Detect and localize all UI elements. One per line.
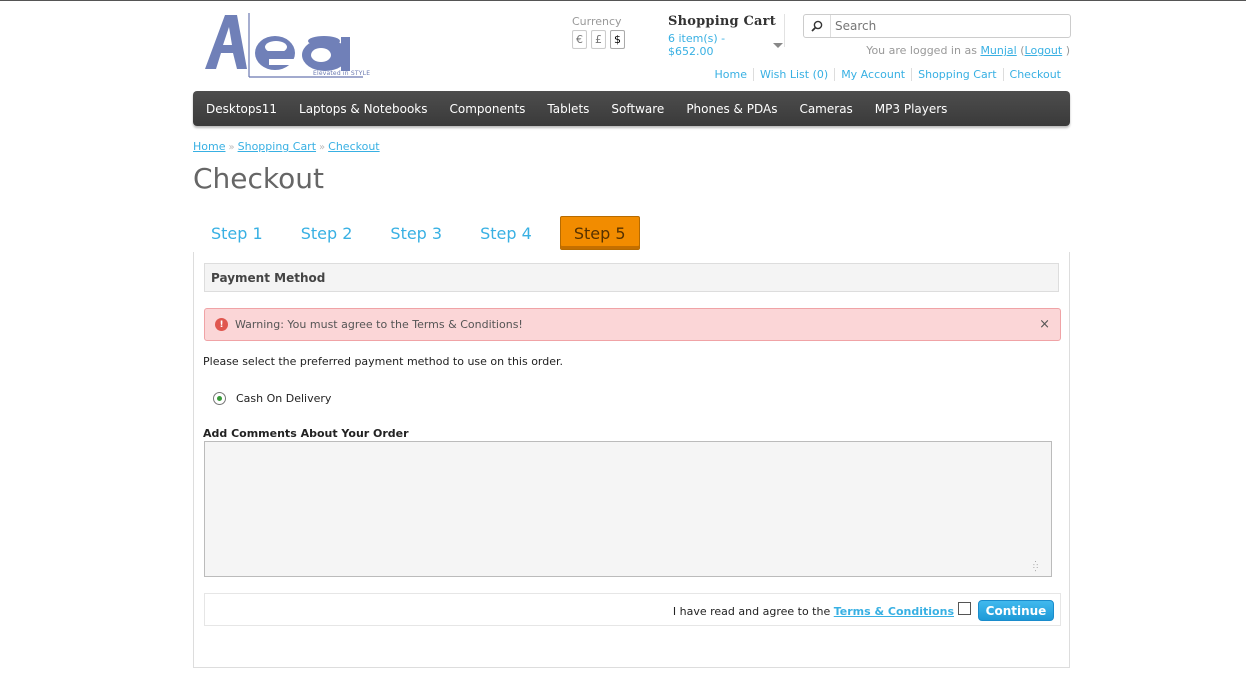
- menu-item-laptops[interactable]: Laptops & Notebooks: [288, 102, 438, 116]
- resize-grip-icon[interactable]: ∴ ∵: [1033, 560, 1038, 574]
- menu-item-software[interactable]: Software: [600, 102, 675, 116]
- cart-summary[interactable]: 6 item(s) - $652.00: [668, 32, 783, 58]
- store-logo[interactable]: Elevated in STYLE: [203, 9, 373, 83]
- page-title: Checkout: [193, 162, 324, 195]
- menu-item-phones[interactable]: Phones & PDAs: [675, 102, 788, 116]
- payment-option-cod[interactable]: Cash On Delivery: [213, 392, 331, 405]
- search-icon[interactable]: [804, 15, 831, 37]
- page-container: Elevated in STYLE Currency € £ $ Shoppin…: [193, 0, 1071, 683]
- warning-text: Warning: You must agree to the Terms & C…: [235, 318, 523, 331]
- comments-textarea[interactable]: [204, 441, 1052, 577]
- breadcrumb-checkout[interactable]: Checkout: [328, 140, 379, 153]
- agree-checkbox[interactable]: [958, 602, 971, 615]
- payment-intro-text: Please select the preferred payment meth…: [203, 355, 564, 368]
- menu-item-mp3[interactable]: MP3 Players: [864, 102, 959, 116]
- currency-switcher: Currency € £ $: [572, 15, 625, 49]
- breadcrumb-cart[interactable]: Shopping Cart: [238, 140, 316, 153]
- logout-link[interactable]: Logout: [1025, 44, 1063, 57]
- top-links: Home Wish List (0) My Account Shopping C…: [709, 68, 1071, 81]
- top-link-account[interactable]: My Account: [834, 68, 911, 81]
- currency-label: Currency: [572, 15, 622, 28]
- comments-label: Add Comments About Your Order: [203, 427, 409, 440]
- breadcrumb: Home» Shopping Cart» Checkout: [193, 140, 380, 153]
- payment-method-heading: Payment Method: [204, 263, 1059, 292]
- menu-item-components[interactable]: Components: [438, 102, 536, 116]
- breadcrumb-home[interactable]: Home: [193, 140, 225, 153]
- top-link-home[interactable]: Home: [709, 68, 753, 81]
- top-link-checkout[interactable]: Checkout: [1002, 68, 1070, 81]
- tab-step-4[interactable]: Step 4: [470, 216, 542, 250]
- currency-euro-button[interactable]: €: [572, 30, 587, 49]
- agree-label: I have read and agree to the: [672, 605, 831, 618]
- warning-icon: !: [215, 318, 228, 331]
- main-menu: Desktops11 Laptops & Notebooks Component…: [193, 91, 1070, 126]
- cart-summary-text: 6 item(s) - $652.00: [668, 32, 726, 58]
- agree-text: I have read and agree to the Terms & Con…: [673, 605, 954, 618]
- menu-item-desktops[interactable]: Desktops11: [193, 102, 288, 116]
- paren-close: ): [1065, 44, 1070, 57]
- continue-button[interactable]: Continue: [978, 600, 1054, 621]
- search-box: [803, 14, 1071, 38]
- warning-alert: ! Warning: You must agree to the Terms &…: [204, 308, 1061, 341]
- account-username-link[interactable]: Munjal: [980, 44, 1016, 57]
- tab-step-3[interactable]: Step 3: [380, 216, 452, 250]
- breadcrumb-separator: »: [228, 142, 235, 153]
- cart-title: Shopping Cart: [668, 14, 776, 29]
- currency-dollar-button[interactable]: $: [610, 30, 625, 49]
- chevron-down-icon[interactable]: [773, 42, 783, 48]
- close-icon[interactable]: ×: [1039, 317, 1050, 332]
- payment-option-label: Cash On Delivery: [236, 392, 332, 405]
- search-input[interactable]: [835, 18, 1060, 34]
- payment-panel: Payment Method ! Warning: You must agree…: [193, 252, 1070, 668]
- checkout-steps: Step 1 Step 2 Step 3 Step 4 Step 5: [201, 216, 658, 250]
- menu-item-tablets[interactable]: Tablets: [536, 102, 600, 116]
- login-status-prefix: You are logged in as: [866, 44, 977, 57]
- currency-pound-button[interactable]: £: [591, 30, 606, 49]
- checkout-actions: I have read and agree to the Terms & Con…: [204, 593, 1061, 626]
- payment-radio[interactable]: [213, 392, 226, 405]
- cart-widget[interactable]: Shopping Cart 6 item(s) - $652.00: [668, 14, 783, 58]
- tab-step-1[interactable]: Step 1: [201, 216, 273, 250]
- tab-step-2[interactable]: Step 2: [291, 216, 363, 250]
- terms-link[interactable]: Terms & Conditions: [834, 605, 954, 618]
- top-link-wishlist[interactable]: Wish List (0): [752, 68, 834, 81]
- logo-tagline: Elevated in STYLE: [313, 70, 371, 77]
- login-status: You are logged in as Munjal (Logout ): [866, 44, 1070, 57]
- tab-step-5[interactable]: Step 5: [559, 216, 640, 250]
- divider: [784, 14, 785, 47]
- menu-item-cameras[interactable]: Cameras: [788, 102, 863, 116]
- breadcrumb-separator: »: [319, 142, 326, 153]
- top-link-cart[interactable]: Shopping Cart: [911, 68, 1002, 81]
